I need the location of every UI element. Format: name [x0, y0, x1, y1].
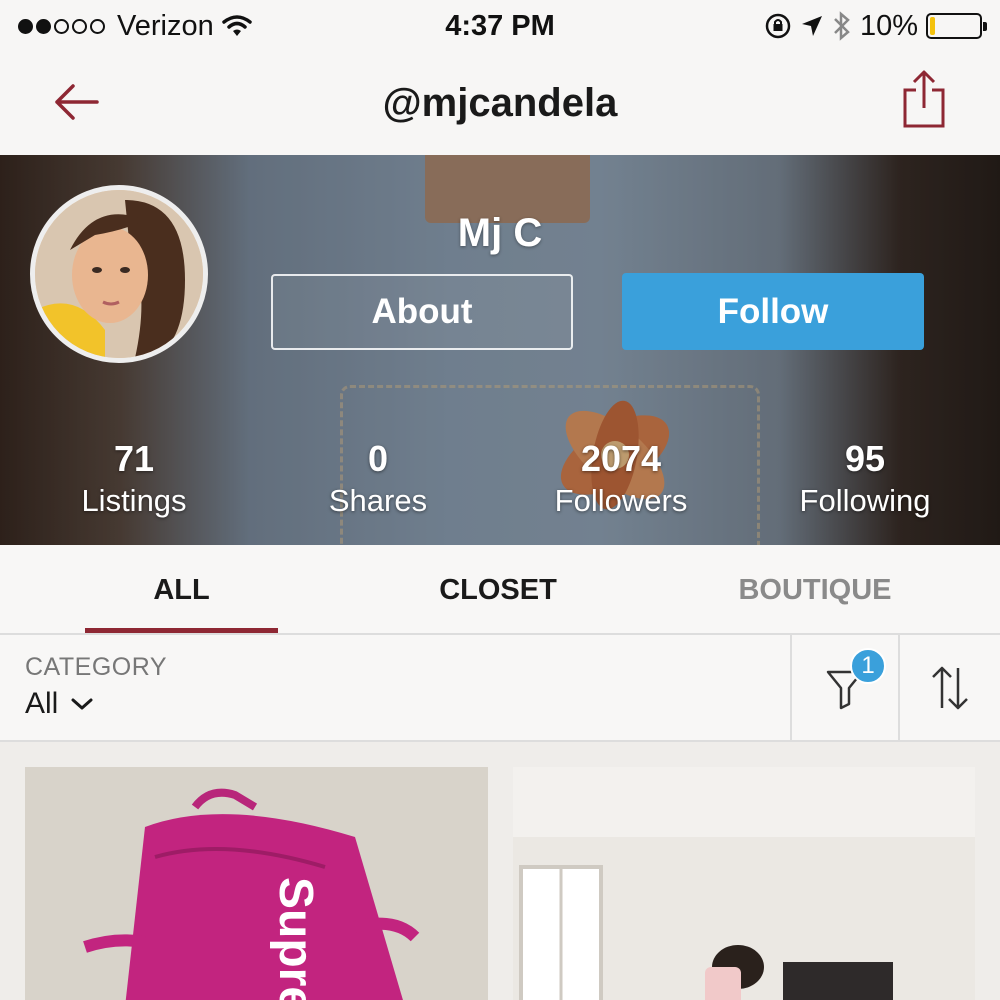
sort-arrows-icon — [932, 666, 968, 709]
active-tab-indicator — [85, 628, 278, 633]
back-arrow-icon — [55, 84, 99, 120]
category-label: CATEGORY — [25, 653, 167, 681]
location-arrow-icon — [801, 16, 822, 36]
filter-count-badge: 1 — [850, 648, 886, 684]
profile-cover: Mj C About Follow 71 Listings 0 Shares 2… — [0, 155, 1000, 545]
listing-card[interactable] — [513, 767, 975, 1000]
stat-value: 2074 — [580, 438, 662, 479]
signal-dot — [18, 18, 33, 34]
profile-stats: 71 Listings 0 Shares 2074 Followers 95 F… — [0, 437, 1000, 527]
back-button[interactable] — [44, 72, 108, 132]
backpack-brand-text: Supre — [269, 877, 322, 1000]
stat-label: Following — [799, 483, 931, 518]
display-name: Mj C — [457, 211, 543, 255]
bluetooth-icon — [834, 11, 850, 41]
battery-percent: 10% — [859, 9, 918, 42]
share-icon — [903, 70, 945, 128]
signal-dot — [72, 18, 87, 34]
profile-screen: Verizon 4:37 PM 10% @mjcandela Mj C Abou… — [0, 0, 1000, 1000]
page-title: @mjcandela — [382, 81, 618, 125]
category-value: All — [25, 687, 59, 720]
listings-grid: Supre — [0, 742, 1000, 1000]
stat-value: 71 — [113, 438, 155, 479]
status-left: Verizon — [18, 10, 252, 43]
about-button[interactable]: About — [271, 274, 573, 350]
follow-button[interactable]: Follow — [622, 273, 924, 350]
stat-followers[interactable]: 2074 Followers — [501, 437, 741, 521]
avatar-photo — [35, 190, 203, 358]
category-dropdown[interactable]: All — [25, 687, 94, 721]
signal-strength-icon — [18, 18, 105, 34]
signal-dot — [54, 18, 69, 34]
filter-button[interactable]: 1 — [790, 635, 898, 740]
stat-label: Followers — [554, 483, 688, 518]
stat-shares[interactable]: 0 Shares — [258, 437, 498, 521]
sort-button[interactable] — [898, 635, 1000, 740]
battery-icon — [926, 13, 987, 39]
stat-value: 0 — [367, 438, 389, 479]
stat-label: Listings — [81, 483, 187, 518]
signal-dot — [90, 18, 105, 34]
carrier-name: Verizon — [117, 9, 214, 42]
stat-listings[interactable]: 71 Listings — [14, 437, 254, 521]
status-right: 10% — [764, 9, 987, 43]
avatar[interactable] — [30, 185, 208, 363]
listing-card[interactable]: Supre — [25, 767, 488, 1000]
wifi-icon — [221, 15, 252, 36]
stat-label: Shares — [328, 483, 428, 518]
tab-all[interactable]: ALL — [85, 545, 278, 635]
closet-tabs: ALL CLOSET BOUTIQUE — [0, 545, 1000, 635]
chevron-down-icon — [71, 698, 93, 710]
stat-following[interactable]: 95 Following — [745, 437, 985, 521]
status-bar: Verizon 4:37 PM 10% — [0, 0, 1000, 52]
listing-photo-mirror-selfie — [513, 767, 975, 1000]
stat-value: 95 — [844, 438, 886, 479]
orientation-lock-icon — [765, 13, 791, 39]
filter-bar: CATEGORY All 1 — [0, 635, 1000, 742]
share-button[interactable] — [898, 66, 950, 132]
signal-dot — [36, 18, 51, 34]
nav-bar: @mjcandela — [0, 52, 1000, 155]
tab-boutique[interactable]: BOUTIQUE — [715, 545, 915, 635]
listing-photo-pink-backpack: Supre — [25, 767, 488, 1000]
battery-fill — [930, 17, 935, 35]
tab-closet[interactable]: CLOSET — [400, 545, 596, 635]
